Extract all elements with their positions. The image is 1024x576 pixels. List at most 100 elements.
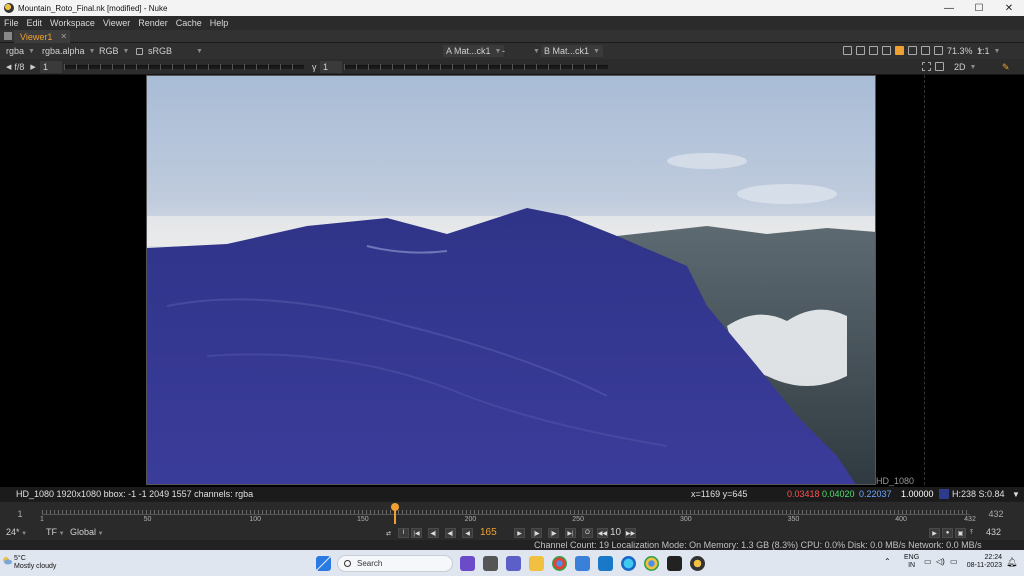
taskbar-search[interactable]: Search xyxy=(337,555,453,572)
edge-icon[interactable] xyxy=(621,556,636,571)
alpha-channel-dropdown[interactable]: rgba.alpha ▼ xyxy=(42,45,95,57)
menu-edit[interactable]: Edit xyxy=(27,18,43,28)
teams-icon[interactable] xyxy=(506,556,521,571)
cache-toggle-icon[interactable] xyxy=(895,46,904,55)
hsv-value: H:238 S:0.84 xyxy=(952,489,1005,499)
window-title: Mountain_Roto_Final.nk [modified] - Nuke xyxy=(18,3,168,13)
mail-icon[interactable] xyxy=(598,556,613,571)
format-overlay-label: HD_1080 xyxy=(876,476,915,486)
minimize-button[interactable]: — xyxy=(934,0,964,16)
update-icon[interactable] xyxy=(921,46,930,55)
lock-icon[interactable]: ▣ xyxy=(955,528,966,538)
taskbar-clock[interactable]: 22:24 08-11-2023 xyxy=(962,554,1002,570)
clipping-warning-icon[interactable] xyxy=(869,46,878,55)
language-region[interactable]: IN xyxy=(904,562,919,570)
gain-input[interactable]: 1 xyxy=(40,61,62,73)
last-frame-button[interactable]: ▶| xyxy=(565,528,576,538)
step-back-button[interactable]: ◀| xyxy=(445,528,456,538)
region-of-interest-icon[interactable] xyxy=(843,46,852,55)
tab-close-icon[interactable]: ✕ xyxy=(60,32,67,41)
channels-dropdown[interactable]: rgba ▼ xyxy=(6,45,35,57)
gain-slider-ticks xyxy=(64,64,304,70)
notifications-bell-icon[interactable]: 🔔︎ xyxy=(1006,557,1017,568)
nuke-taskbar-icon[interactable] xyxy=(690,556,705,571)
task-view-icon[interactable] xyxy=(483,556,498,571)
cursor-coords: x=1169 y=645 xyxy=(691,489,748,499)
copilot-icon[interactable] xyxy=(460,556,475,571)
input-b-dropdown[interactable]: B Mat...ck1 ▼ xyxy=(541,45,603,57)
preview-output-icon[interactable] xyxy=(882,46,891,55)
bbox-boundary xyxy=(924,75,925,485)
prev-keyframe-button[interactable]: ◀| xyxy=(428,528,439,538)
start-menu-icon[interactable] xyxy=(316,556,331,571)
tab-viewer1[interactable]: Viewer1 ✕ xyxy=(14,30,70,43)
chrome-profile-icon[interactable] xyxy=(644,556,659,571)
next-keyframe-button[interactable]: |▶ xyxy=(548,528,559,538)
colorspace-dropdown[interactable]: sRGB ▼ xyxy=(148,45,203,57)
timecode-dropdown[interactable]: TF ▼ xyxy=(46,527,65,537)
pause-icon[interactable] xyxy=(934,46,943,55)
file-explorer-icon[interactable] xyxy=(529,556,544,571)
viewer-controls-bottom: ◀ f/8 ▶ 1 γ 1 2D ▼ ✎ xyxy=(0,59,1024,75)
step-forward-button[interactable]: |▶ xyxy=(531,528,542,538)
fps-dropdown[interactable]: 24* ▼ xyxy=(6,527,27,537)
store-icon[interactable] xyxy=(575,556,590,571)
title-bar: Mountain_Roto_Final.nk [modified] - Nuke… xyxy=(0,0,1024,16)
info-menu-icon[interactable]: ▼ xyxy=(1012,490,1020,499)
play-backward-button[interactable]: ◀ xyxy=(462,528,473,538)
menu-cache[interactable]: Cache xyxy=(176,18,202,28)
composite-op-dropdown[interactable]: - ▼ xyxy=(502,45,540,57)
image-frame[interactable] xyxy=(146,75,876,485)
first-frame-button[interactable]: |◀ xyxy=(411,528,422,538)
in-point-button[interactable]: I xyxy=(398,528,409,538)
frame-increment[interactable]: 10 xyxy=(610,527,621,538)
color-swatch xyxy=(939,489,949,499)
skip-forward-button[interactable]: ▶▶ xyxy=(625,528,636,538)
display-channel-dropdown[interactable]: RGB ▼ xyxy=(99,45,129,57)
taskbar-apps xyxy=(316,556,331,571)
roi-icon[interactable] xyxy=(922,62,931,71)
gamma-input[interactable]: 1 xyxy=(320,61,342,73)
terminal-icon[interactable] xyxy=(667,556,682,571)
record-icon[interactable]: ● xyxy=(942,528,953,538)
mask-overlay-icon[interactable] xyxy=(856,46,865,55)
paint-brush-icon[interactable]: ✎ xyxy=(1002,61,1010,73)
skip-back-button[interactable]: ◀◀ xyxy=(597,528,608,538)
fstop-stepper[interactable]: ◀ f/8 ▶ xyxy=(6,61,36,73)
timeline-end-frame[interactable]: 432 xyxy=(976,506,1016,522)
range-scope-dropdown[interactable]: Global ▼ xyxy=(70,527,104,537)
weather-widget[interactable]: 5°C Mostly cloudy xyxy=(14,555,56,571)
viewer-controls-top: rgba ▼ rgba.alpha ▼ RGB ▼ sRGB ▼ A Mat...ck1… xyxy=(0,43,1024,59)
current-frame-input[interactable]: 165 xyxy=(480,527,497,538)
view-mode-dropdown[interactable]: 2D ▼ xyxy=(954,61,976,73)
out-point-button[interactable]: O xyxy=(582,528,593,538)
language-code[interactable]: ENG xyxy=(904,554,919,562)
playback-mode-icon[interactable]: ⇄ xyxy=(383,528,394,538)
menu-viewer[interactable]: Viewer xyxy=(103,18,130,28)
lut-icon[interactable] xyxy=(136,45,143,57)
weather-cloud-icon[interactable] xyxy=(2,555,12,567)
network-icon[interactable]: ▭ xyxy=(924,558,932,566)
transform-handles-icon[interactable] xyxy=(935,62,944,71)
chrome-icon[interactable] xyxy=(552,556,567,571)
proxy-dropdown[interactable]: 1:1 ▼ xyxy=(977,45,1000,57)
pane-menu-icon[interactable] xyxy=(4,32,12,40)
input-a-dropdown[interactable]: A Mat...ck1 ▼ xyxy=(443,45,505,57)
gamma-slider-ticks xyxy=(344,64,608,70)
tray-overflow-icon[interactable]: ⌃ xyxy=(884,558,891,566)
maximize-button[interactable]: ☐ xyxy=(964,0,994,16)
close-button[interactable]: ✕ xyxy=(994,0,1024,16)
menu-render[interactable]: Render xyxy=(138,18,168,28)
timeline-start-frame[interactable]: 1 xyxy=(0,506,40,522)
battery-icon[interactable]: ▭ xyxy=(950,558,958,566)
timeline-tick-label: 432 xyxy=(964,516,976,523)
menu-file[interactable]: File xyxy=(4,18,19,28)
upload-icon[interactable]: ⤒ xyxy=(966,528,977,538)
refresh-icon[interactable] xyxy=(908,46,917,55)
flipbook-icon[interactable]: ▶ xyxy=(929,528,940,538)
clock-time: 22:24 xyxy=(984,554,1002,561)
volume-icon[interactable]: ◁) xyxy=(936,558,945,566)
menu-help[interactable]: Help xyxy=(210,18,229,28)
menu-workspace[interactable]: Workspace xyxy=(50,18,95,28)
play-forward-button[interactable]: ▶ xyxy=(514,528,525,538)
